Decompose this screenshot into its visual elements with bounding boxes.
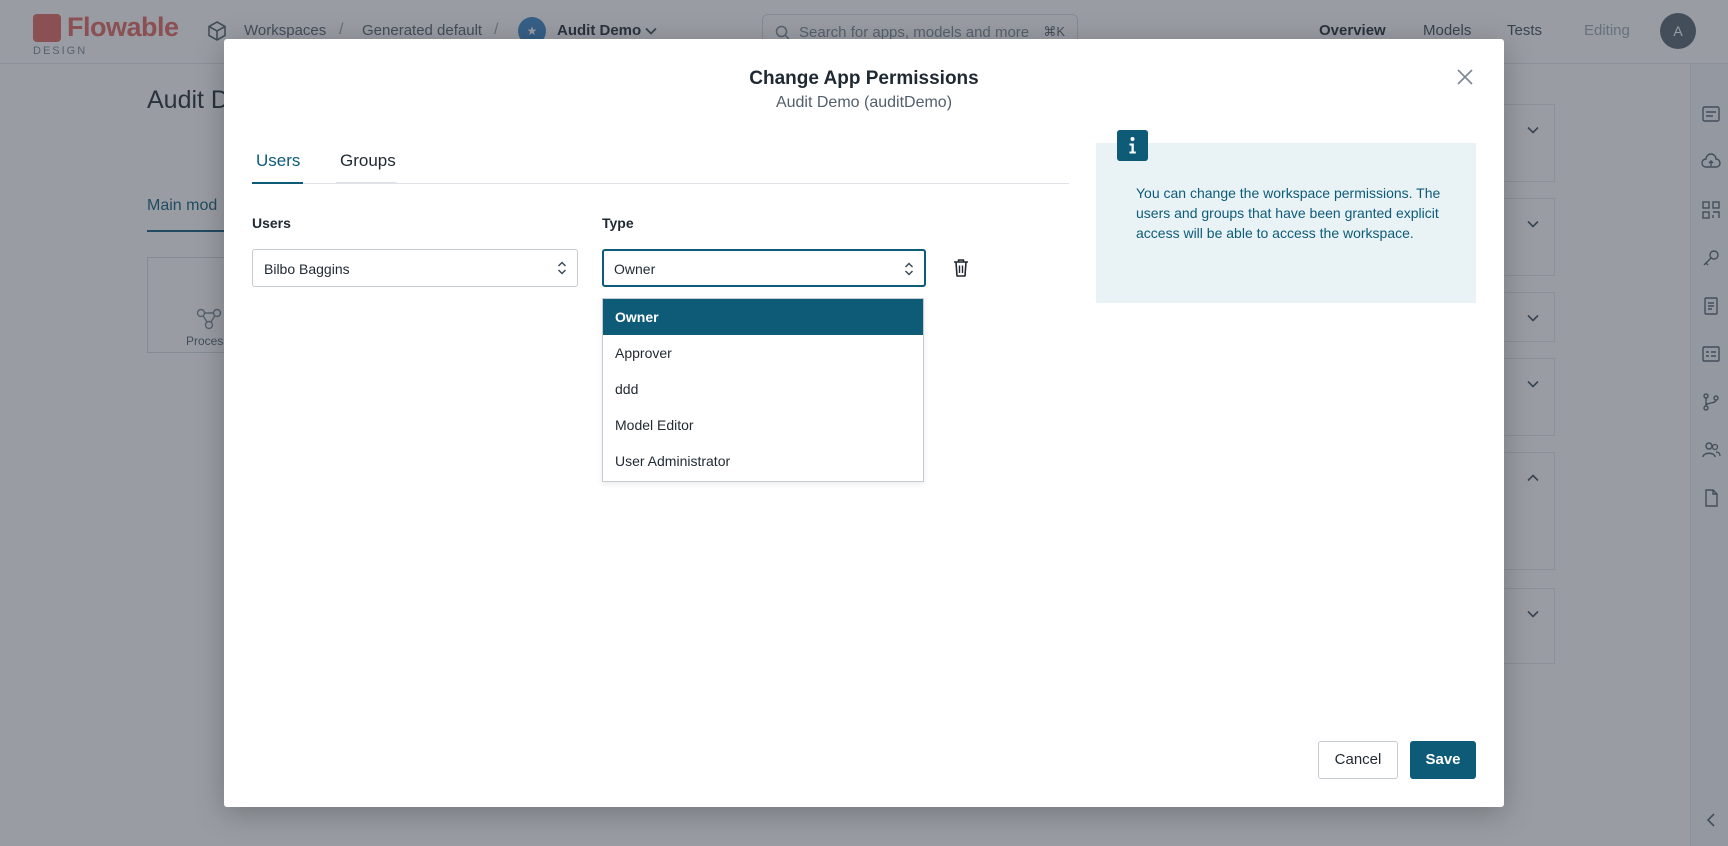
user-select-value: Bilbo Baggins (264, 261, 350, 277)
select-arrows-icon (904, 262, 914, 276)
type-select[interactable]: Owner (602, 249, 926, 287)
type-column-label: Type (602, 215, 634, 231)
type-option-owner[interactable]: Owner (603, 299, 923, 335)
type-dropdown-list: Owner Approver ddd Model Editor User Adm… (602, 298, 924, 482)
trash-icon[interactable] (952, 258, 970, 278)
type-select-value: Owner (614, 261, 656, 277)
info-panel: You can change the workspace permissions… (1096, 130, 1476, 303)
dialog-title: Change App Permissions (749, 68, 979, 89)
cancel-button[interactable]: Cancel (1318, 741, 1398, 779)
close-icon[interactable] (1452, 64, 1478, 90)
type-option-ddd[interactable]: ddd (603, 371, 923, 407)
type-option-model-editor[interactable]: Model Editor (603, 407, 923, 443)
info-text: You can change the workspace permissions… (1136, 185, 1441, 241)
change-app-permissions-dialog: Change App Permissions Audit Demo (audit… (224, 39, 1504, 807)
permission-tabs: Users Groups (252, 139, 1069, 184)
tab-groups[interactable]: Groups (336, 139, 397, 184)
users-column-label: Users (252, 215, 291, 231)
save-button[interactable]: Save (1410, 741, 1476, 779)
user-select[interactable]: Bilbo Baggins (252, 249, 578, 287)
tab-users[interactable]: Users (252, 139, 303, 184)
info-icon (1117, 130, 1148, 161)
select-arrows-icon (557, 261, 567, 275)
type-option-approver[interactable]: Approver (603, 335, 923, 371)
type-option-user-administrator[interactable]: User Administrator (603, 443, 923, 479)
dialog-subtitle: Audit Demo (auditDemo) (775, 94, 953, 111)
